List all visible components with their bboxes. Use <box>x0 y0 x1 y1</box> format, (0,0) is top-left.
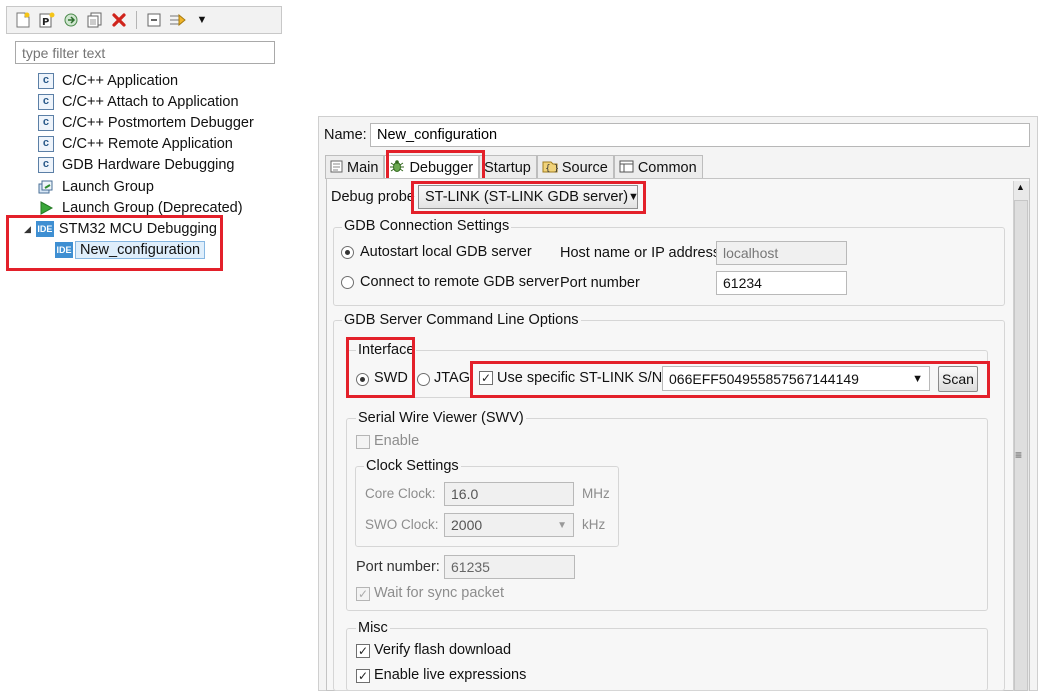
highlight-debug-probe <box>411 181 646 214</box>
jtag-label: JTAG <box>434 370 470 386</box>
new-prototype-icon[interactable]: P <box>37 10 57 30</box>
c-config-icon: c <box>38 73 54 89</box>
tab-label: Startup <box>484 159 531 176</box>
c-config-icon: c <box>38 115 54 131</box>
tree-item-label: Launch Group <box>62 179 154 195</box>
tree-item-cpp-attach[interactable]: c C/C++ Attach to Application <box>38 92 239 112</box>
swv-enable-checkbox[interactable] <box>356 435 370 449</box>
wait-sync-checkbox[interactable]: ✓ <box>356 587 370 601</box>
collapse-all-icon[interactable] <box>144 10 164 30</box>
tree-item-gdb-hardware[interactable]: c GDB Hardware Debugging <box>38 155 234 175</box>
swv-title: Serial Wire Viewer (SWV) <box>356 410 526 426</box>
tab-common[interactable]: Common <box>613 155 703 179</box>
chevron-down-icon: ▼ <box>557 519 567 531</box>
new-launch-configuration-icon[interactable] <box>13 10 33 30</box>
tree-item-cpp-remote[interactable]: c C/C++ Remote Application <box>38 134 233 154</box>
swo-clock-select[interactable]: 2000 ▼ <box>444 513 574 537</box>
server-options-title: GDB Server Command Line Options <box>342 312 581 328</box>
scrollbar-thumb[interactable] <box>1014 200 1028 691</box>
duplicate-icon[interactable] <box>85 10 105 30</box>
tree-item-cpp-postmortem[interactable]: c C/C++ Postmortem Debugger <box>38 113 254 133</box>
swv-enable-label: Enable <box>374 433 420 449</box>
host-label: Host name or IP address <box>560 245 721 261</box>
port-field[interactable]: 61234 <box>716 271 847 295</box>
filter-icon[interactable] <box>168 10 188 30</box>
live-expressions-checkbox[interactable]: ✓ <box>356 669 370 683</box>
misc-title: Misc <box>356 620 390 636</box>
toolbar-separator <box>136 11 137 29</box>
debug-probe-label: Debug probe <box>331 189 415 205</box>
highlight-use-specific <box>470 361 990 398</box>
live-expressions-label: Enable live expressions <box>374 667 527 683</box>
swo-clock-label: SWO Clock: <box>365 517 439 532</box>
core-clock-label: Core Clock: <box>365 486 436 501</box>
launch-config-toolbar: P ▼ <box>6 6 282 34</box>
tree-item-label: C/C++ Remote Application <box>62 136 233 152</box>
swo-clock-value: 2000 <box>451 517 483 533</box>
delete-icon[interactable] <box>109 10 129 30</box>
filter-input[interactable] <box>15 41 275 64</box>
wait-sync-label: Wait for sync packet <box>374 585 505 601</box>
core-clock-field[interactable]: 16.0 <box>444 482 574 506</box>
port-value: 61234 <box>723 275 762 291</box>
svg-text:P: P <box>42 17 49 28</box>
main-tab-icon <box>330 160 343 176</box>
tree-item-launch-group[interactable]: Launch Group <box>38 177 154 197</box>
tree-item-label: Launch Group (Deprecated) <box>62 200 243 216</box>
tree-item-label: C/C++ Attach to Application <box>62 94 239 110</box>
tab-label: Common <box>637 159 697 176</box>
highlight-debugger-tab <box>386 150 485 181</box>
autostart-label: Autostart local GDB server <box>360 244 532 260</box>
tab-main[interactable]: Main <box>325 155 385 179</box>
autostart-radio[interactable] <box>341 246 354 259</box>
c-config-icon: c <box>38 157 54 173</box>
core-clock-unit: MHz <box>582 486 610 501</box>
tree-item-label: GDB Hardware Debugging <box>62 157 235 173</box>
highlight-interface <box>346 337 415 398</box>
connect-remote-radio[interactable] <box>341 276 354 289</box>
verify-flash-label: Verify flash download <box>374 642 512 658</box>
source-icon: { } <box>542 159 559 176</box>
name-label: Name: <box>324 127 367 143</box>
launch-group-icon <box>38 179 54 195</box>
export-icon[interactable] <box>61 10 81 30</box>
connect-remote-label: Connect to remote GDB server <box>360 274 560 290</box>
c-config-icon: c <box>38 94 54 110</box>
swv-port-field[interactable]: 61235 <box>444 555 575 579</box>
jtag-radio[interactable] <box>417 373 430 386</box>
tree-item-cpp-application[interactable]: c C/C++ Application <box>38 71 178 91</box>
swv-port-label: Port number: <box>356 559 440 575</box>
highlight-stm32-tree <box>6 215 223 271</box>
tree-item-label: C/C++ Application <box>62 73 179 89</box>
verify-flash-checkbox[interactable]: ✓ <box>356 644 370 658</box>
swv-port-value: 61235 <box>451 559 490 575</box>
gdb-connection-group <box>333 227 1005 306</box>
tab-label: Main <box>347 159 379 176</box>
scroll-up-icon[interactable]: ▲ <box>1016 182 1025 192</box>
dropdown-arrow-icon[interactable]: ▼ <box>192 10 212 30</box>
tab-source[interactable]: { } Source <box>536 155 614 179</box>
config-name-input[interactable] <box>370 123 1030 147</box>
core-clock-value: 16.0 <box>451 486 479 502</box>
svg-text:{ }: { } <box>545 164 558 173</box>
c-config-icon: c <box>38 136 54 152</box>
port-label: Port number <box>560 275 640 291</box>
common-icon <box>619 160 634 176</box>
host-value: localhost <box>723 245 779 261</box>
tab-bar: Main Debugger Startup { } Source Common <box>325 155 703 179</box>
tab-startup[interactable]: Startup <box>479 155 537 179</box>
host-field[interactable]: localhost <box>716 241 847 265</box>
gdb-connection-title: GDB Connection Settings <box>342 218 512 234</box>
launch-deprecated-icon <box>38 200 54 216</box>
scroll-grip-icon: ≡ <box>1015 448 1023 462</box>
tab-label: Source <box>561 159 608 176</box>
swo-clock-unit: kHz <box>582 517 606 532</box>
tree-item-label: C/C++ Postmortem Debugger <box>62 115 254 131</box>
clock-settings-title: Clock Settings <box>364 458 461 474</box>
